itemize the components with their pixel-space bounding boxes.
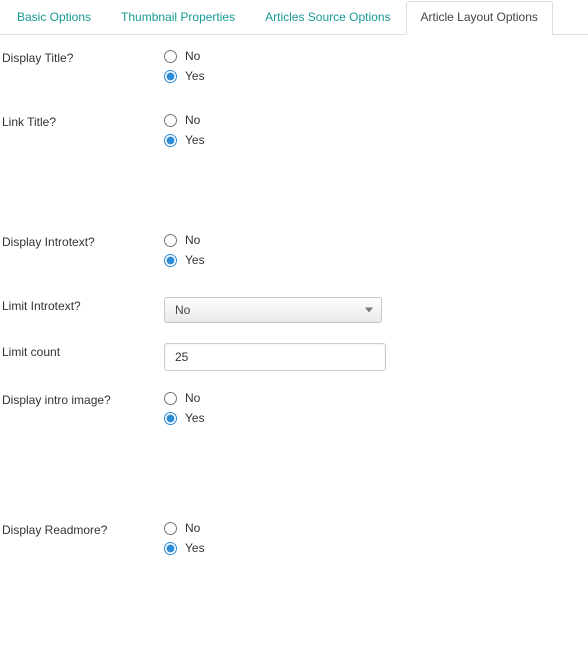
label-limit-introtext: Limit Introtext?: [2, 297, 164, 313]
select-value: No: [164, 297, 382, 323]
radio-input[interactable]: [164, 114, 177, 127]
radio-input[interactable]: [164, 522, 177, 535]
radio-display-title-yes[interactable]: Yes: [164, 69, 586, 83]
field-limit-count: Limit count: [2, 343, 586, 371]
radio-display-readmore-no[interactable]: No: [164, 521, 586, 535]
tab-thumbnail-properties[interactable]: Thumbnail Properties: [106, 1, 250, 35]
radio-label: Yes: [185, 411, 205, 425]
radio-display-introtext-yes[interactable]: Yes: [164, 253, 586, 267]
radio-display-title-no[interactable]: No: [164, 49, 586, 63]
radio-input[interactable]: [164, 50, 177, 63]
radio-input[interactable]: [164, 412, 177, 425]
radio-input[interactable]: [164, 134, 177, 147]
radio-label: No: [185, 391, 200, 405]
label-display-title: Display Title?: [2, 49, 164, 65]
tabs-bar: Basic Options Thumbnail Properties Artic…: [0, 0, 588, 35]
radio-link-title-no[interactable]: No: [164, 113, 586, 127]
radio-display-intro-image-yes[interactable]: Yes: [164, 411, 586, 425]
input-limit-count[interactable]: [164, 343, 386, 371]
radio-link-title-yes[interactable]: Yes: [164, 133, 586, 147]
radio-label: No: [185, 521, 200, 535]
field-display-intro-image: Display intro image? No Yes: [2, 391, 586, 431]
radio-display-intro-image-no[interactable]: No: [164, 391, 586, 405]
field-display-introtext: Display Introtext? No Yes: [2, 233, 586, 273]
label-limit-count: Limit count: [2, 343, 164, 359]
radio-label: Yes: [185, 69, 205, 83]
field-limit-introtext: Limit Introtext? No: [2, 297, 586, 323]
radio-input[interactable]: [164, 392, 177, 405]
field-display-title: Display Title? No Yes: [2, 49, 586, 89]
radio-label: Yes: [185, 253, 205, 267]
label-display-readmore: Display Readmore?: [2, 521, 164, 537]
radio-input[interactable]: [164, 542, 177, 555]
radio-label: Yes: [185, 133, 205, 147]
label-link-title: Link Title?: [2, 113, 164, 129]
field-link-title: Link Title? No Yes: [2, 113, 586, 153]
radio-label: No: [185, 113, 200, 127]
radio-input[interactable]: [164, 70, 177, 83]
radio-display-introtext-no[interactable]: No: [164, 233, 586, 247]
tab-basic-options[interactable]: Basic Options: [2, 1, 106, 35]
tab-articles-source-options[interactable]: Articles Source Options: [250, 1, 405, 35]
radio-input[interactable]: [164, 254, 177, 267]
radio-label: No: [185, 49, 200, 63]
form-article-layout: Display Title? No Yes Link Title? No Yes: [0, 35, 588, 611]
radio-input[interactable]: [164, 234, 177, 247]
radio-label: No: [185, 233, 200, 247]
select-limit-introtext[interactable]: No: [164, 297, 382, 323]
field-display-readmore: Display Readmore? No Yes: [2, 521, 586, 561]
tab-article-layout-options[interactable]: Article Layout Options: [406, 1, 553, 35]
label-display-intro-image: Display intro image?: [2, 391, 164, 407]
label-display-introtext: Display Introtext?: [2, 233, 164, 249]
radio-display-readmore-yes[interactable]: Yes: [164, 541, 586, 555]
radio-label: Yes: [185, 541, 205, 555]
